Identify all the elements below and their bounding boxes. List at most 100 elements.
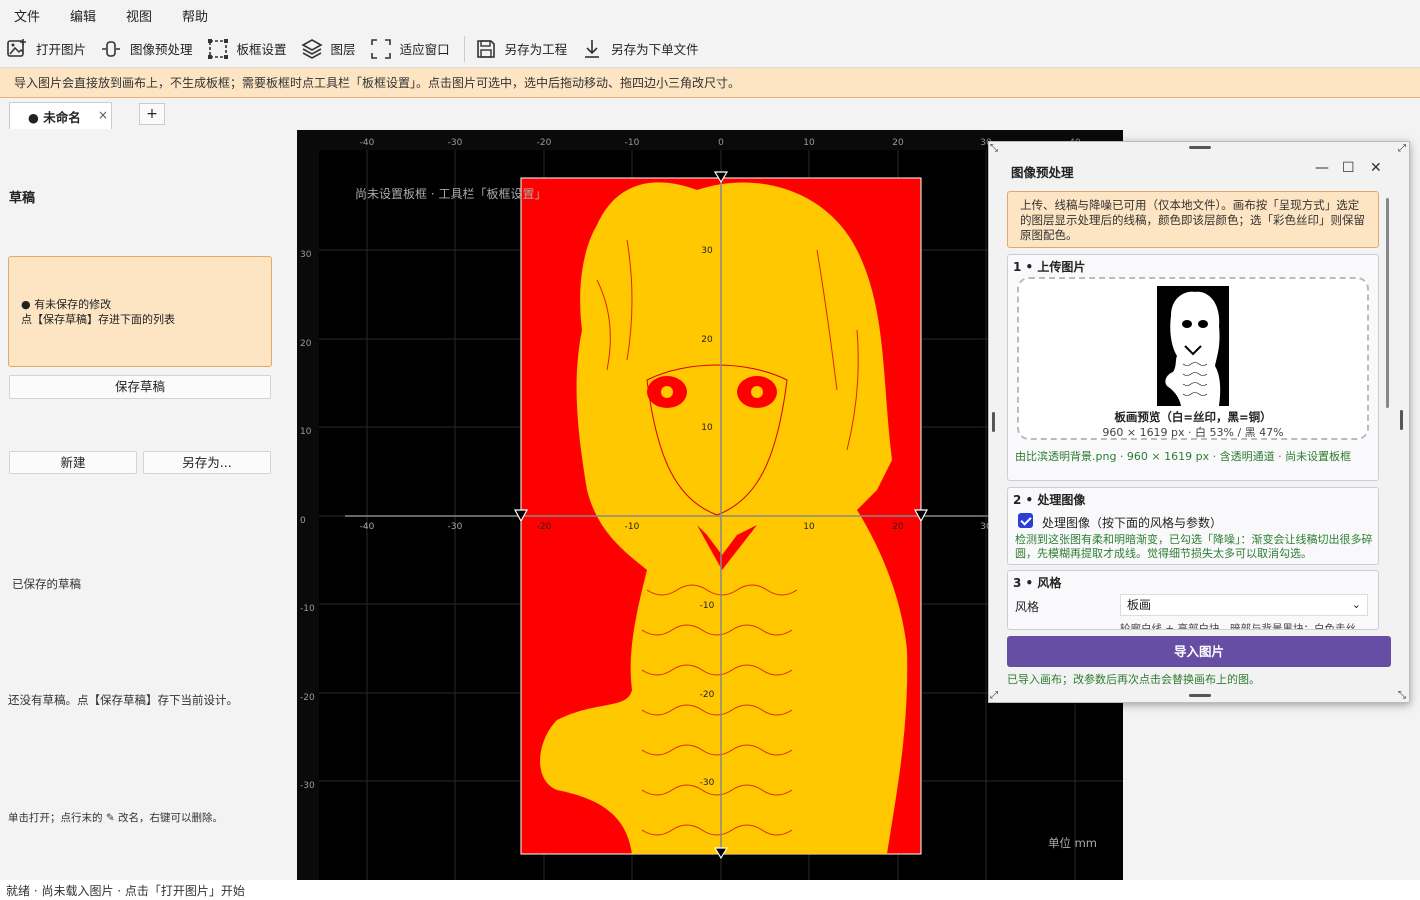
ruler-tick: 10 bbox=[300, 427, 312, 437]
axis-tick: -10 bbox=[625, 522, 640, 532]
preprocess-button[interactable]: 图像预处理 bbox=[100, 38, 193, 60]
axis-tick: -30 bbox=[448, 522, 463, 532]
dialog-drag-handle-bottom[interactable] bbox=[1189, 694, 1211, 697]
left-eye-highlight bbox=[661, 386, 673, 398]
axis-tick: 30 bbox=[701, 246, 713, 256]
chevron-down-icon: ⌄ bbox=[1351, 598, 1361, 611]
import-image-button[interactable]: 导入图片 bbox=[1007, 636, 1391, 667]
upload-section-title: 1 • 上传图片 bbox=[1013, 260, 1086, 274]
save-order-button[interactable]: 另存为下单文件 bbox=[581, 38, 699, 60]
saved-drafts-label: 已保存的草稿 bbox=[12, 577, 81, 591]
style-section: 3 • 风格 风格 板画 ⌄ 轮廓白线 + 亮部白块，暗部与背景黑块；白色走丝 bbox=[1007, 570, 1379, 630]
ruler-tick: -40 bbox=[360, 138, 375, 148]
axis-tick: 10 bbox=[701, 423, 713, 433]
board-settings-label: 板框设置 bbox=[236, 42, 287, 57]
resize-corner-icon[interactable]: ⤢ bbox=[990, 690, 998, 701]
ruler-tick: 0 bbox=[718, 138, 724, 148]
drafts-panel: 草稿 ● 有未保存的修改 点【保存草稿】存进下面的列表 保存草稿 新建 另存为.… bbox=[0, 130, 297, 880]
axis-tick: -40 bbox=[360, 522, 375, 532]
layers-button[interactable]: 图层 bbox=[300, 38, 356, 60]
add-tab-button[interactable]: + bbox=[139, 103, 165, 125]
unit-label: 单位 mm bbox=[1048, 836, 1097, 850]
ruler-tick: 0 bbox=[300, 516, 306, 526]
ruler-tick: -10 bbox=[300, 604, 315, 614]
style-select[interactable]: 板画 ⌄ bbox=[1120, 594, 1368, 616]
denoise-hint: 检测到这张图有柔和明暗渐变，已勾选「降噪」：渐变会让线稿切出很多碎圆，先模糊再提… bbox=[1015, 533, 1373, 560]
preprocess-label: 图像预处理 bbox=[130, 42, 193, 57]
image-add-icon bbox=[7, 38, 26, 57]
open-image-label: 打开图片 bbox=[36, 42, 87, 57]
ruler-tick: -20 bbox=[537, 138, 552, 148]
style-select-value: 板画 bbox=[1127, 598, 1152, 612]
menu-view[interactable]: 视图 bbox=[126, 6, 152, 25]
status-bar: 就绪 · 尚未载入图片 · 点击「打开图片」开始 bbox=[0, 880, 1420, 900]
drafts-title: 草稿 bbox=[9, 191, 36, 206]
unsaved-line1: ● 有未保存的修改 bbox=[21, 298, 112, 311]
menu-file[interactable]: 文件 bbox=[14, 6, 40, 25]
download-icon bbox=[585, 39, 600, 58]
preprocess-dialog: ⤡ ⤢ 图像预处理 — ☐ ✕ 上传、线稿与降噪已可用（仅本地文件）。画布按「呈… bbox=[988, 141, 1410, 703]
resize-corner-icon[interactable]: ⤢ bbox=[1398, 143, 1406, 154]
right-panel-splitter[interactable] bbox=[1400, 410, 1403, 430]
close-icon[interactable]: ✕ bbox=[1370, 160, 1382, 176]
axis-tick: -20 bbox=[700, 690, 715, 700]
tab-bar: ● 未命名 × + bbox=[0, 98, 1420, 130]
preview-thumbnail bbox=[1157, 286, 1229, 406]
axis-tick: -20 bbox=[537, 522, 552, 532]
fit-window-label: 适应窗口 bbox=[399, 42, 450, 57]
empty-drafts-hint: 还没有草稿。点【保存草稿】存下当前设计。 bbox=[8, 693, 238, 707]
process-section: 2 • 处理图像 处理图像（按下面的风格与参数） 检测到这张图有柔和明暗渐变，已… bbox=[1007, 487, 1379, 565]
right-eye-highlight bbox=[751, 386, 763, 398]
save-project-label: 另存为工程 bbox=[504, 42, 568, 57]
ruler-tick: 10 bbox=[803, 138, 815, 148]
preview-label: 板画预览（白=丝印，黑=铜） bbox=[1114, 410, 1272, 424]
tab-untitled[interactable]: ● 未命名 × bbox=[9, 102, 112, 129]
layers-icon bbox=[300, 38, 323, 59]
tab-close-icon[interactable]: × bbox=[98, 108, 108, 122]
style-section-title: 3 • 风格 bbox=[1013, 576, 1062, 590]
axis-tick: -10 bbox=[700, 601, 715, 611]
process-image-checkbox[interactable] bbox=[1018, 513, 1033, 528]
menu-bar: 文件 编辑 视图 帮助 bbox=[0, 0, 1420, 30]
save-draft-button[interactable]: 保存草稿 bbox=[9, 375, 271, 399]
fit-window-icon bbox=[370, 38, 391, 59]
process-image-label: 处理图像（按下面的风格与参数） bbox=[1042, 516, 1223, 530]
axis-tick: 20 bbox=[701, 335, 713, 345]
minimize-icon[interactable]: — bbox=[1315, 160, 1329, 176]
scrollbar[interactable] bbox=[1386, 198, 1389, 408]
ruler-tick: -20 bbox=[300, 693, 315, 703]
board-frame-icon bbox=[207, 38, 228, 59]
ruler-tick: -30 bbox=[300, 781, 315, 791]
board-settings-button[interactable]: 板框设置 bbox=[207, 38, 287, 60]
maximize-icon[interactable]: ☐ bbox=[1342, 160, 1355, 176]
dialog-side-handle-left[interactable] bbox=[992, 412, 995, 432]
ruler-tick: 20 bbox=[892, 138, 904, 148]
notice-bar: 导入图片会直接放到画布上，不生成板框；需要板框时点工具栏「板框设置」。点击图片可… bbox=[0, 68, 1420, 98]
style-label: 风格 bbox=[1015, 600, 1040, 614]
left-ruler bbox=[297, 130, 319, 880]
new-button[interactable]: 新建 bbox=[9, 451, 137, 474]
image-dropzone[interactable]: 板画预览（白=丝印，黑=铜） 960 × 1619 px · 白 53% / 黑… bbox=[1017, 277, 1369, 440]
drafts-usage-hint: 单击打开；点行末的 ✎ 改名，右键可以删除。 bbox=[8, 812, 223, 824]
menu-help[interactable]: 帮助 bbox=[182, 6, 208, 25]
process-section-title: 2 • 处理图像 bbox=[1013, 493, 1086, 507]
ruler-tick: -10 bbox=[625, 138, 640, 148]
board-not-set-overlay: 尚未设置板框 · 工具栏「板框设置」 bbox=[355, 186, 546, 201]
save-as-button[interactable]: 另存为... bbox=[143, 451, 271, 474]
menu-edit[interactable]: 编辑 bbox=[70, 6, 96, 25]
resize-corner-icon[interactable]: ⤡ bbox=[1398, 690, 1406, 701]
fit-window-button[interactable]: 适应窗口 bbox=[370, 38, 450, 60]
file-info: 由比滨透明背景.png · 960 × 1619 px · 含透明通道 · 尚未… bbox=[1015, 450, 1352, 463]
axis-tick: -30 bbox=[700, 778, 715, 788]
layers-label: 图层 bbox=[330, 42, 356, 57]
ruler-tick: 30 bbox=[300, 250, 312, 260]
dialog-title: 图像预处理 bbox=[1011, 165, 1074, 180]
ruler-tick: -30 bbox=[448, 138, 463, 148]
save-project-button[interactable]: 另存为工程 bbox=[475, 38, 568, 60]
axis-tick: 10 bbox=[803, 522, 815, 532]
resize-corner-icon[interactable]: ⤡ bbox=[990, 143, 998, 154]
open-image-button[interactable]: 打开图片 bbox=[6, 38, 86, 60]
save-order-label: 另存为下单文件 bbox=[611, 42, 699, 57]
dialog-drag-handle[interactable] bbox=[1189, 146, 1211, 149]
ruler-tick: 20 bbox=[300, 339, 312, 349]
